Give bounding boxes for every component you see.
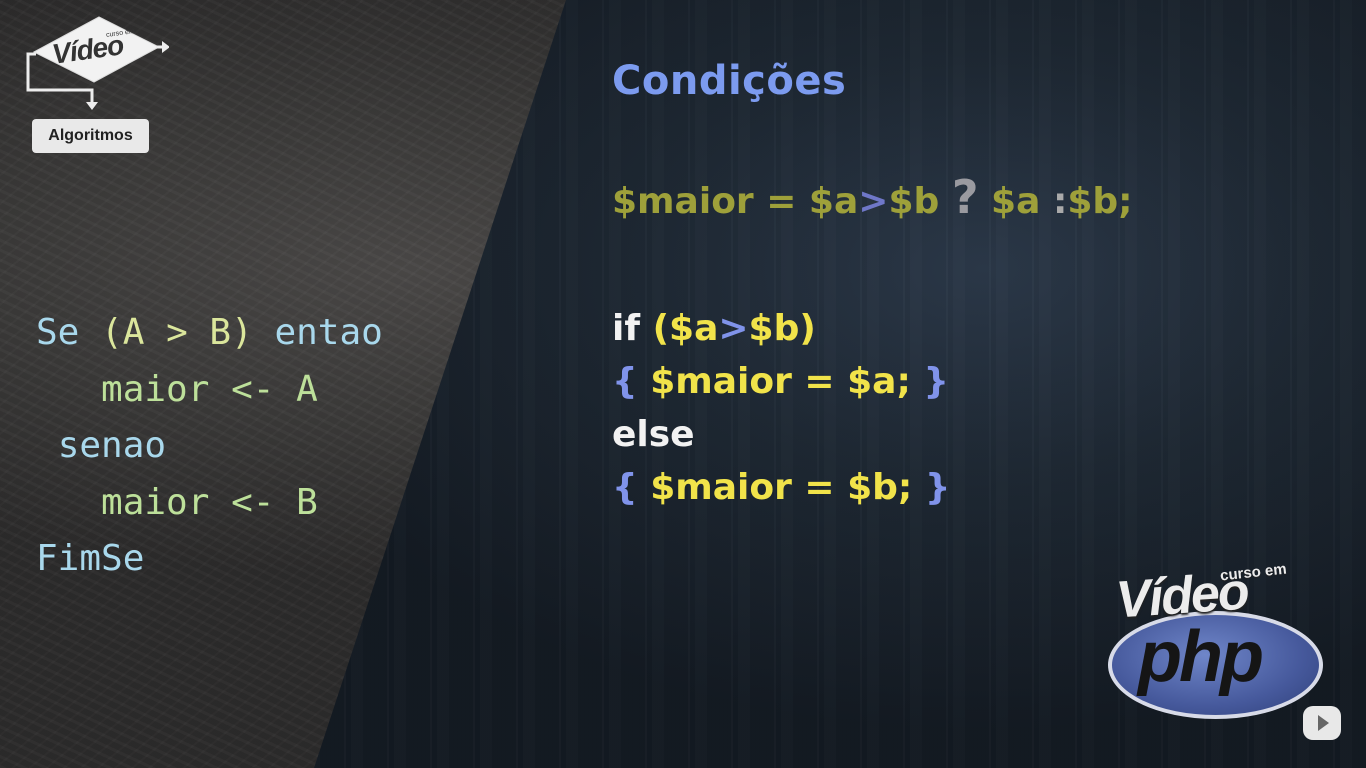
code-if: if [612,308,641,349]
ternary-expression: $maior = $a>$b ? $a :$b; [612,170,1133,224]
ternary-else: $b; [1067,181,1133,222]
ternary-then: $a [991,181,1041,222]
code-brace-open-2: { [612,467,638,508]
code-brace-close-2: } [924,467,951,508]
slide-title: Condições [612,58,847,104]
code-else: else [612,414,695,455]
flowchart-logo-icon [26,16,169,110]
ternary-gt: > [858,181,889,222]
pseudo-assign-a: maior <- A [101,368,318,410]
code-brace-open-1: { [612,361,638,402]
code-gt: > [718,308,749,349]
ternary-colon: : [1052,181,1068,222]
pseudo-senao: senao [57,425,167,466]
pseudo-se: Se [36,312,80,353]
pseudocode-block: Se (A > B) entao maior <- A senao maior … [36,305,383,588]
algoritmos-label: Algoritmos [32,119,149,153]
ternary-question: ? [951,170,979,224]
curso-em-video-php-logo: php Vídeo curso em [1104,561,1329,721]
ternary-lhs: $maior = $a [612,181,859,222]
pseudo-entao: entao [274,312,383,353]
algoritmos-logo: Vídeo curso em Algoritmos [24,12,169,157]
youtube-icon[interactable] [1303,706,1341,740]
pseudo-condition: (A > B) [101,312,253,353]
if-else-code: if ($a>$b) { $maior = $a; } else { $maio… [612,302,951,514]
pseudo-fimse: FimSe [36,538,145,579]
code-stmt-1: $maior = $a; [650,361,911,402]
code-cond-close: $b) [748,308,816,349]
code-brace-close-1: } [923,361,950,402]
pseudo-assign-b: maior <- B [101,481,318,523]
code-stmt-2: $maior = $b; [650,467,913,508]
php-word: php [1138,617,1264,697]
code-cond-open: ($a [652,308,719,349]
ternary-b: $b [888,181,940,222]
